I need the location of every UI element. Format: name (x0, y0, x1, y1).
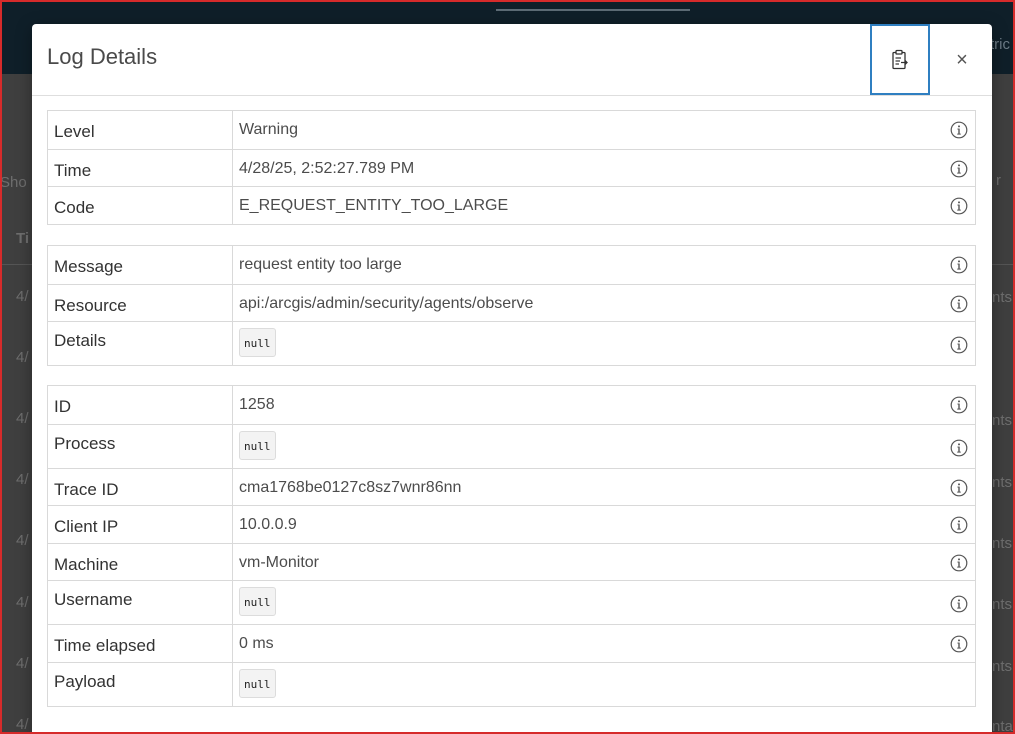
detail-row-details: Details null (48, 321, 975, 365)
info-icon[interactable] (950, 121, 968, 139)
null-value-chip: null (239, 668, 276, 698)
detail-value: null (233, 581, 975, 624)
background-text: nts (992, 658, 1013, 675)
detail-row-id: ID 1258 (48, 386, 975, 424)
detail-row-username: Username null (48, 580, 975, 624)
detail-value: vm-Monitor (239, 553, 320, 571)
info-icon[interactable] (950, 595, 968, 613)
info-icon[interactable] (950, 516, 968, 534)
details-table: Level Warning Time 4/28/25, 2:52:27.789 PM C… (47, 110, 976, 225)
null-value-chip: null (239, 587, 276, 616)
detail-row-level: Level Warning (48, 111, 975, 149)
info-icon[interactable] (950, 635, 968, 653)
info-icon[interactable] (950, 396, 968, 414)
detail-label: Code (48, 187, 233, 224)
detail-value: 10.0.0.9 (239, 516, 297, 533)
detail-row-code: Code E_REQUEST_ENTITY_TOO_LARGE (48, 186, 975, 224)
background-text: nts (992, 474, 1013, 491)
detail-value: 0 ms (239, 635, 274, 652)
detail-value: null (233, 425, 975, 468)
detail-label: Level (48, 111, 233, 149)
close-button[interactable]: × (942, 42, 982, 78)
background-text: 4/ (16, 471, 29, 488)
dialog-header: Log Details × (32, 24, 992, 96)
background-text: Ti (16, 230, 30, 247)
detail-value: E_REQUEST_ENTITY_TOO_LARGE (239, 197, 509, 214)
detail-label: Trace ID (48, 468, 233, 505)
detail-row-trace-id: Trace ID cma1768be0127c8sz7wnr86nn (48, 467, 975, 505)
background-text: nta (992, 718, 1013, 734)
info-icon[interactable] (950, 336, 968, 354)
detail-label: Time (48, 149, 233, 186)
background-text: 4/ (16, 349, 29, 366)
background-text: 4/ (16, 594, 29, 611)
detail-value: request entity too large (239, 256, 402, 273)
detail-label: Machine (48, 543, 233, 580)
copy-to-clipboard-button[interactable] (870, 24, 930, 95)
details-table: ID 1258 Process null Trace ID cma1768be0127c8… (47, 385, 976, 707)
detail-row-time-elapsed: Time elapsed 0 ms (48, 624, 975, 662)
detail-row-message: Message request entity too large (48, 246, 975, 284)
info-icon[interactable] (950, 160, 968, 178)
background-text: 4/ (16, 532, 29, 549)
info-icon[interactable] (950, 439, 968, 457)
detail-value: cma1768be0127c8sz7wnr86nn (239, 478, 462, 496)
detail-value: null (233, 322, 975, 365)
detail-value: null (233, 663, 975, 706)
detail-value: 4/28/25, 2:52:27.789 PM (239, 159, 415, 177)
detail-label: Process (48, 424, 233, 468)
null-value-chip: null (239, 328, 276, 357)
detail-row-resource: Resource api:/arcgis/admin/security/agent… (48, 283, 975, 321)
detail-label: Time elapsed (48, 625, 233, 662)
detail-row-process: Process null (48, 423, 975, 468)
background-text: nts (992, 535, 1013, 552)
detail-row-payload: Payload null (48, 661, 975, 706)
background-text: 4/ (16, 655, 29, 672)
background-text: 4/ (16, 410, 29, 427)
info-icon[interactable] (950, 479, 968, 497)
info-icon[interactable] (950, 197, 968, 215)
detail-label: ID (48, 386, 233, 424)
details-table: Message request entity too large Resource a… (47, 245, 976, 366)
background-text: nts (992, 289, 1013, 306)
dialog-title: Log Details (47, 44, 158, 69)
detail-row-machine: Machine vm-Monitor (48, 542, 975, 580)
detail-label: Details (48, 322, 233, 365)
background-text: 4/ (16, 716, 29, 733)
clipboard-icon (892, 49, 908, 69)
background-header-indicator (496, 9, 690, 11)
detail-value: api:/arcgis/admin/security/agents/observ… (239, 294, 534, 312)
detail-value: Warning (239, 121, 298, 138)
null-value-chip: null (239, 430, 276, 460)
detail-row-time: Time 4/28/25, 2:52:27.789 PM (48, 148, 975, 186)
info-icon[interactable] (950, 295, 968, 313)
app-frame: tric Sho Ti 4/ 4/ 4/ 4/ 4/ 4/ 4/ 4/ r nt… (0, 0, 1015, 734)
detail-label: Client IP (48, 506, 233, 543)
background-text: Sho (0, 174, 27, 191)
background-text: nts (992, 596, 1013, 613)
background-text: 4/ (16, 288, 29, 305)
background-text: nts (992, 412, 1013, 429)
background-text: r (996, 172, 1001, 189)
log-details-dialog: Log Details × Level Warning Time 4/28/25, 2… (32, 24, 992, 732)
info-icon[interactable] (950, 256, 968, 274)
detail-label: Resource (48, 284, 233, 321)
detail-value: 1258 (239, 396, 275, 413)
detail-label: Payload (48, 662, 233, 706)
detail-label: Username (48, 581, 233, 624)
background-header-text: tric (990, 36, 1010, 53)
detail-row-client-ip: Client IP 10.0.0.9 (48, 505, 975, 543)
detail-label: Message (48, 246, 233, 284)
info-icon[interactable] (950, 554, 968, 572)
